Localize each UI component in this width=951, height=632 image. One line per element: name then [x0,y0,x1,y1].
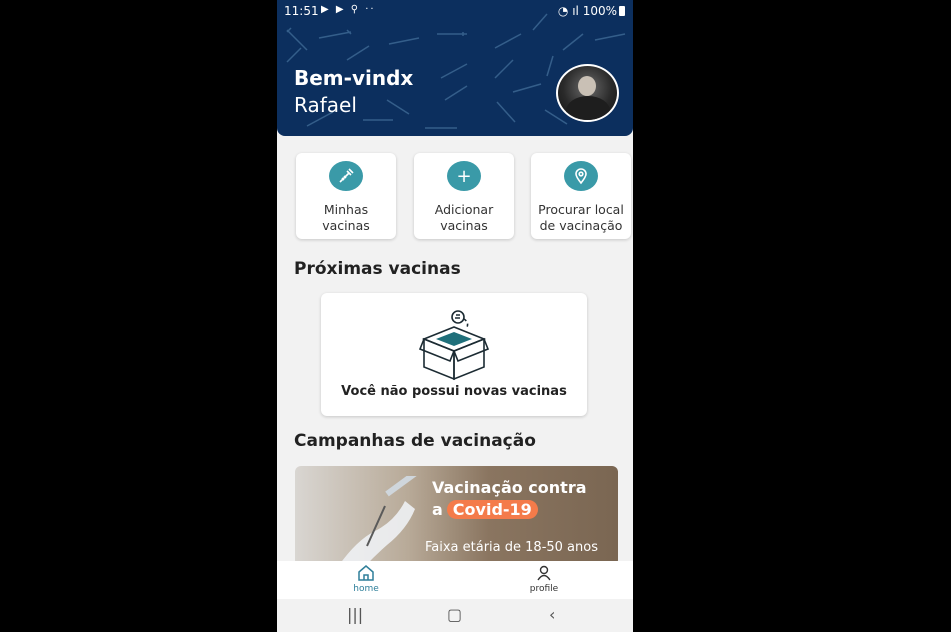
banner-line1: Vacinação contra [432,478,587,497]
my-vaccines-label-2: vacinas [322,218,370,233]
greeting: Bem-vindx [294,66,414,90]
banner-line2: a Covid-19 [432,500,538,519]
find-location-label-2: de vacinação [539,218,623,233]
notification-icons: ▶ ▶ ⚲ ·· [321,4,376,15]
my-vaccines-label-1: Minhas [323,202,369,217]
covid-campaign-banner[interactable]: Vacinação contra a Covid-19 Faixa etária … [295,466,618,566]
nav-profile-label: profile [529,584,559,594]
my-vaccines-label: Minhas vacinas [296,202,396,234]
vaccine-hand-image [338,476,417,566]
battery-icon [619,6,625,16]
back-icon[interactable]: ‹ [549,605,555,624]
nav-profile[interactable]: profile [514,565,574,594]
find-location-label-1: Procurar local [538,202,624,217]
system-navigation: ||| ▢ ‹ [277,599,633,632]
home-button-icon[interactable]: ▢ [447,605,462,624]
bottom-navigation: home profile [277,561,633,599]
avatar-body [566,96,610,120]
status-right: ◔ ıl 100% [558,4,625,18]
phone-screen: 11:51 ▶ ▶ ⚲ ·· ◔ ıl 100% Bem-vindx Rafae… [277,0,633,632]
empty-box-icon [418,310,490,381]
find-location-card[interactable]: Procurar local de vacinação [531,153,631,239]
covid-badge: Covid-19 [446,500,538,519]
find-location-label: Procurar local de vacinação [531,202,631,234]
battery-level: 100% [582,4,617,18]
avatar-face [578,76,596,96]
recent-apps-icon[interactable]: ||| [347,605,363,624]
add-vaccines-label-2: vacinas [440,218,488,233]
my-vaccines-card[interactable]: Minhas vacinas [296,153,396,239]
banner-prefix: a [432,500,443,519]
syringe-icon [329,161,363,191]
add-vaccines-card[interactable]: + Adicionar vacinas [414,153,514,239]
empty-vaccines-message: Você não possui novas vacinas [341,384,567,399]
status-bar: 11:51 ▶ ▶ ⚲ ·· ◔ ıl 100% [277,0,633,22]
wifi-icon: ◔ [557,4,569,18]
nav-home[interactable]: home [336,565,396,594]
add-vaccines-label: Adicionar vacinas [414,202,514,234]
banner-subtitle: Faixa etária de 18-50 anos [425,540,598,555]
nav-home-label: home [353,584,379,594]
plus-icon: + [447,161,481,191]
next-vaccines-title: Próximas vacinas [294,259,461,279]
signal-icon: ıl [572,4,579,18]
header: 11:51 ▶ ▶ ⚲ ·· ◔ ıl 100% Bem-vindx Rafae… [277,0,633,136]
empty-vaccines-card: Você não possui novas vacinas [321,293,587,416]
user-icon [537,565,551,581]
status-time: 11:51 [284,4,319,18]
location-icon [564,161,598,191]
add-vaccines-label-1: Adicionar [434,202,494,217]
avatar[interactable] [556,64,619,122]
user-name: Rafael [294,93,357,117]
home-icon [358,565,374,581]
campaigns-title: Campanhas de vacinação [294,431,536,451]
